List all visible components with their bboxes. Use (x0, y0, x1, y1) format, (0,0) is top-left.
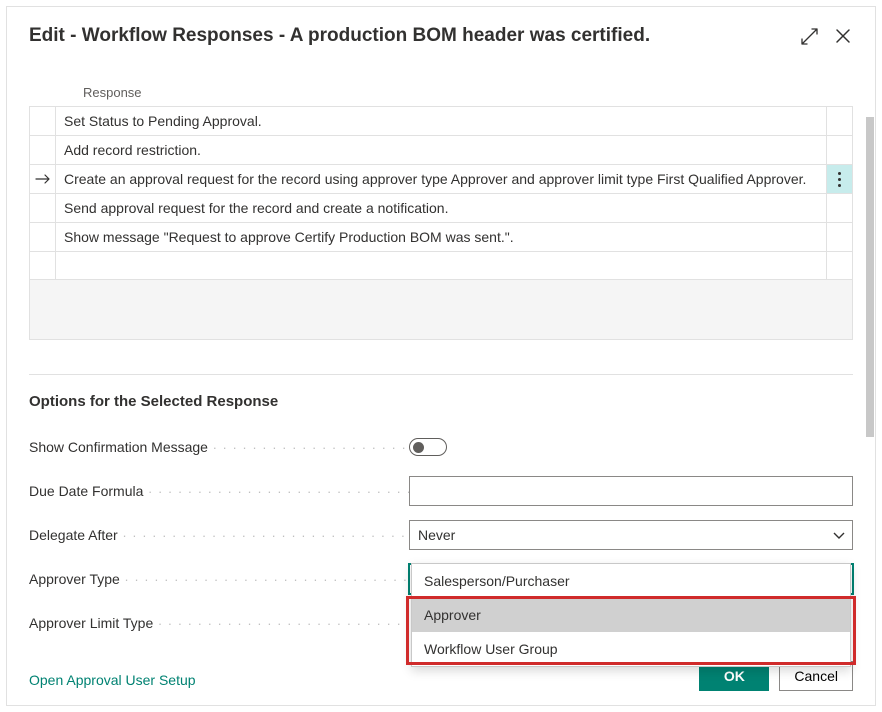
row-action[interactable] (827, 223, 853, 252)
row-action[interactable] (827, 107, 853, 136)
due-date-label: Due Date Formula (29, 483, 409, 499)
table-row[interactable]: Send approval request for the record and… (30, 194, 853, 223)
modal-window: Edit - Workflow Responses - A production… (6, 6, 876, 706)
response-table-area: Response Set Status to Pending Approval.… (29, 85, 853, 340)
field-due-date: Due Date Formula (29, 476, 853, 506)
row-action-menu-icon[interactable] (827, 165, 853, 194)
page-title: Edit - Workflow Responses - A production… (29, 25, 799, 47)
response-cell[interactable]: Create an approval request for the recor… (56, 165, 827, 194)
row-action[interactable] (827, 136, 853, 165)
show-confirmation-toggle[interactable] (409, 438, 447, 456)
row-action[interactable] (827, 194, 853, 223)
row-indicator (30, 136, 56, 165)
open-approval-setup-link[interactable]: Open Approval User Setup (29, 672, 196, 688)
table-row-selected[interactable]: Create an approval request for the recor… (30, 165, 853, 194)
row-indicator (30, 107, 56, 136)
approver-type-dropdown: Salesperson/Purchaser Approver Workflow … (411, 563, 851, 667)
dropdown-option-workflow-group[interactable]: Workflow User Group (412, 632, 850, 666)
response-cell[interactable]: Send approval request for the record and… (56, 194, 827, 223)
response-table: Set Status to Pending Approval. Add reco… (29, 106, 853, 340)
field-delegate-after: Delegate After Never (29, 520, 853, 550)
response-cell[interactable]: Show message "Request to approve Certify… (56, 223, 827, 252)
scrollbar[interactable] (866, 117, 874, 437)
response-cell[interactable]: Add record restriction. (56, 136, 827, 165)
row-indicator (30, 194, 56, 223)
row-action[interactable] (827, 252, 853, 280)
expand-icon[interactable] (799, 26, 819, 46)
row-indicator (30, 223, 56, 252)
modal-header: Edit - Workflow Responses - A production… (7, 7, 875, 57)
table-spacer (30, 280, 853, 340)
field-show-confirmation: Show Confirmation Message (29, 432, 853, 462)
table-row-empty[interactable] (30, 252, 853, 280)
response-column-header[interactable]: Response (29, 85, 853, 106)
header-actions (799, 26, 853, 46)
options-section-title: Options for the Selected Response (29, 393, 853, 410)
response-cell[interactable] (56, 252, 827, 280)
close-icon[interactable] (833, 26, 853, 46)
response-cell[interactable]: Set Status to Pending Approval. (56, 107, 827, 136)
table-row[interactable]: Show message "Request to approve Certify… (30, 223, 853, 252)
approver-type-label: Approver Type (29, 571, 409, 587)
table-row[interactable]: Set Status to Pending Approval. (30, 107, 853, 136)
row-indicator (30, 252, 56, 280)
delegate-after-value: Never (418, 527, 455, 543)
table-row[interactable]: Add record restriction. (30, 136, 853, 165)
section-divider (29, 374, 853, 375)
delegate-after-label: Delegate After (29, 527, 409, 543)
delegate-after-select[interactable]: Never (409, 520, 853, 550)
dropdown-option-approver[interactable]: Approver (412, 598, 850, 632)
due-date-input[interactable] (409, 476, 853, 506)
dropdown-option-salesperson[interactable]: Salesperson/Purchaser (412, 564, 850, 598)
approver-limit-label: Approver Limit Type (29, 615, 409, 631)
row-indicator-icon (30, 165, 56, 194)
show-confirmation-label: Show Confirmation Message (29, 439, 409, 455)
